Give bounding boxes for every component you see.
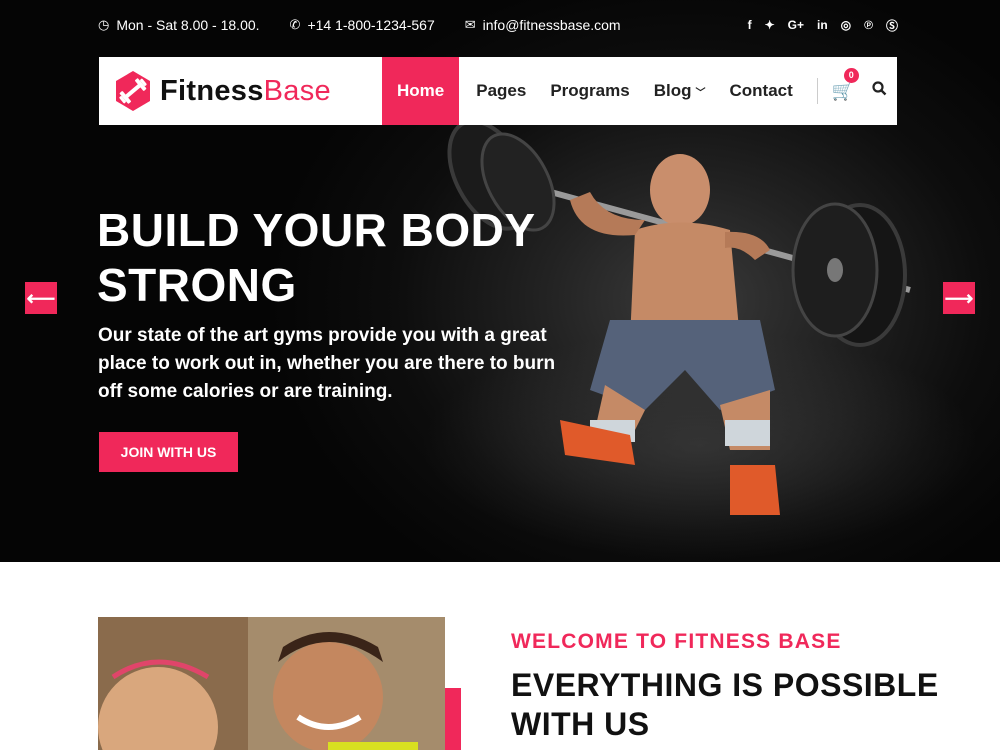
couple-photo-illustration	[98, 617, 445, 750]
welcome-kicker: WELCOME TO FITNESS BASE	[511, 630, 842, 653]
cart-button[interactable]: 🛒 0	[831, 67, 859, 102]
arrow-left-icon: ⟵	[26, 287, 56, 310]
slider-prev-button[interactable]: ⟵	[25, 282, 57, 314]
hours-info: ◷ Mon - Sat 8.00 - 18.00.	[98, 17, 260, 33]
skype-icon[interactable]: Ⓢ	[886, 17, 898, 34]
email-info[interactable]: ✉ info@fitnessbase.com	[465, 17, 621, 33]
couple-photo	[98, 617, 445, 750]
nav-blog-label: Blog	[653, 81, 692, 100]
brand-name-part2: Base	[263, 74, 331, 107]
linkedin-icon[interactable]: in	[817, 18, 828, 32]
google-plus-icon[interactable]: G+	[788, 18, 804, 32]
search-button[interactable]	[872, 81, 887, 101]
right-plate	[791, 202, 907, 347]
arrow-right-icon: ⟶	[944, 287, 974, 310]
brand-name: FitnessBase	[160, 75, 331, 108]
brand-name-part1: Fitness	[160, 74, 264, 107]
phone-info[interactable]: ✆ +14 1-800-1234-567	[290, 17, 435, 33]
nav-blog[interactable]: Blog ﹀	[642, 57, 718, 125]
cart-count-badge: 0	[843, 67, 859, 83]
nav-divider	[816, 78, 818, 104]
nav-programs[interactable]: Programs	[538, 57, 641, 125]
accent-strip	[445, 688, 461, 750]
nav-contact[interactable]: Contact	[717, 57, 804, 125]
nav-home[interactable]: Home	[382, 57, 460, 125]
slider-next-button[interactable]: ⟶	[943, 282, 975, 314]
dumbbell-logo-icon	[116, 71, 150, 111]
social-links: f ✦ G+ in ◎ ℗ Ⓢ	[735, 17, 898, 34]
envelope-icon: ✉	[464, 17, 476, 32]
twitter-icon[interactable]: ✦	[765, 18, 775, 32]
chevron-down-icon: ﹀	[695, 87, 706, 99]
clock-icon: ◷	[98, 17, 110, 32]
search-icon	[872, 81, 887, 96]
phone-text[interactable]: +14 1-800-1234-567	[307, 17, 434, 33]
instagram-icon[interactable]: ◎	[841, 18, 851, 32]
nav-pages[interactable]: Pages	[464, 57, 538, 125]
main-navbar: FitnessBase Home Pages Programs Blog ﹀ C…	[99, 57, 897, 125]
logo[interactable]: FitnessBase	[114, 70, 382, 112]
hero-description: Our state of the art gyms provide you wi…	[98, 325, 556, 402]
email-text[interactable]: info@fitnessbase.com	[483, 17, 621, 33]
nav-links: Home Pages Programs Blog ﹀ Contact	[382, 57, 805, 125]
top-info-bar: ◷ Mon - Sat 8.00 - 18.00. ✆ +14 1-800-12…	[98, 14, 898, 36]
basket-icon: 🛒	[831, 80, 855, 101]
pinterest-icon[interactable]: ℗	[864, 18, 873, 32]
hero-title: BUILD YOUR BODY STRONG	[97, 204, 535, 311]
hero-slider: ◷ Mon - Sat 8.00 - 18.00. ✆ +14 1-800-12…	[0, 0, 1000, 562]
phone-icon: ✆	[289, 17, 301, 32]
join-button[interactable]: JOIN WITH US	[99, 432, 238, 472]
hours-text: Mon - Sat 8.00 - 18.00.	[116, 17, 260, 33]
welcome-title: EVERYTHING IS POSSIBLE WITH US	[511, 667, 939, 742]
facebook-icon[interactable]: f	[748, 18, 752, 32]
